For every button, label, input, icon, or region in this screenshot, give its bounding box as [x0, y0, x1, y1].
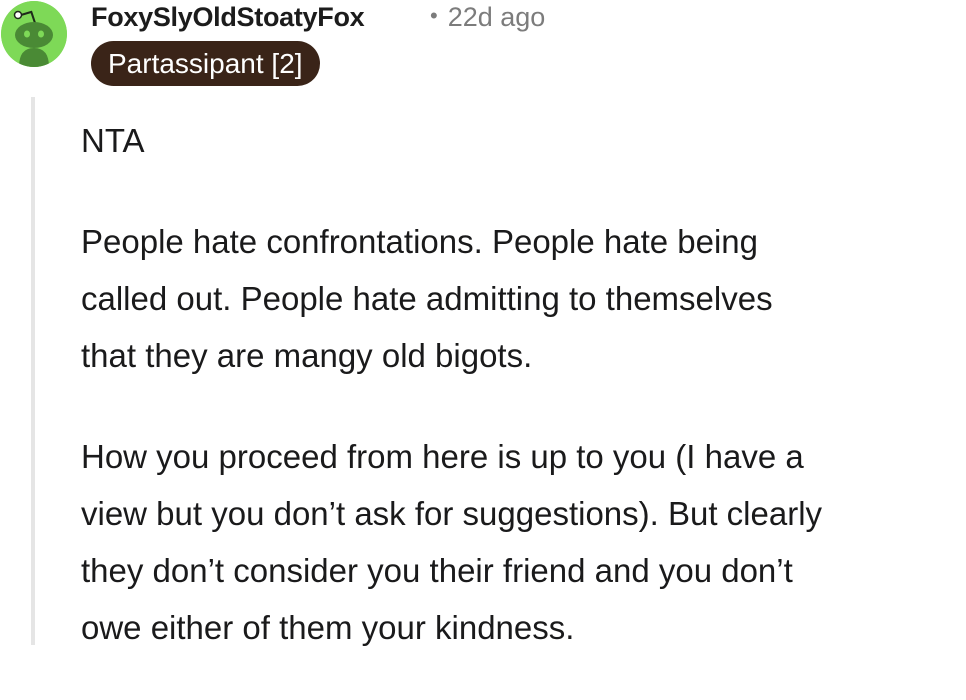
- comment-body: NTA People hate confrontations. People h…: [81, 112, 966, 700]
- comment-paragraph: How you proceed from here is up to you (…: [81, 438, 823, 646]
- comment-paragraph: People hate confrontations. People hate …: [81, 223, 773, 374]
- thread-collapse-line[interactable]: [31, 97, 35, 645]
- comment: FoxySlyOldStoatyFox • 22d ago Partassipan…: [0, 0, 966, 646]
- comment-age[interactable]: 22d ago: [448, 2, 546, 32]
- meta-separator: •: [430, 3, 438, 28]
- comment-paragraph: NTA: [81, 122, 145, 159]
- comment-author[interactable]: FoxySlyOldStoatyFox: [91, 2, 365, 33]
- snoo-avatar-icon[interactable]: [1, 1, 67, 67]
- user-flair-badge: Partassipant [2]: [91, 41, 320, 86]
- comment-meta: • 22d ago: [430, 2, 545, 33]
